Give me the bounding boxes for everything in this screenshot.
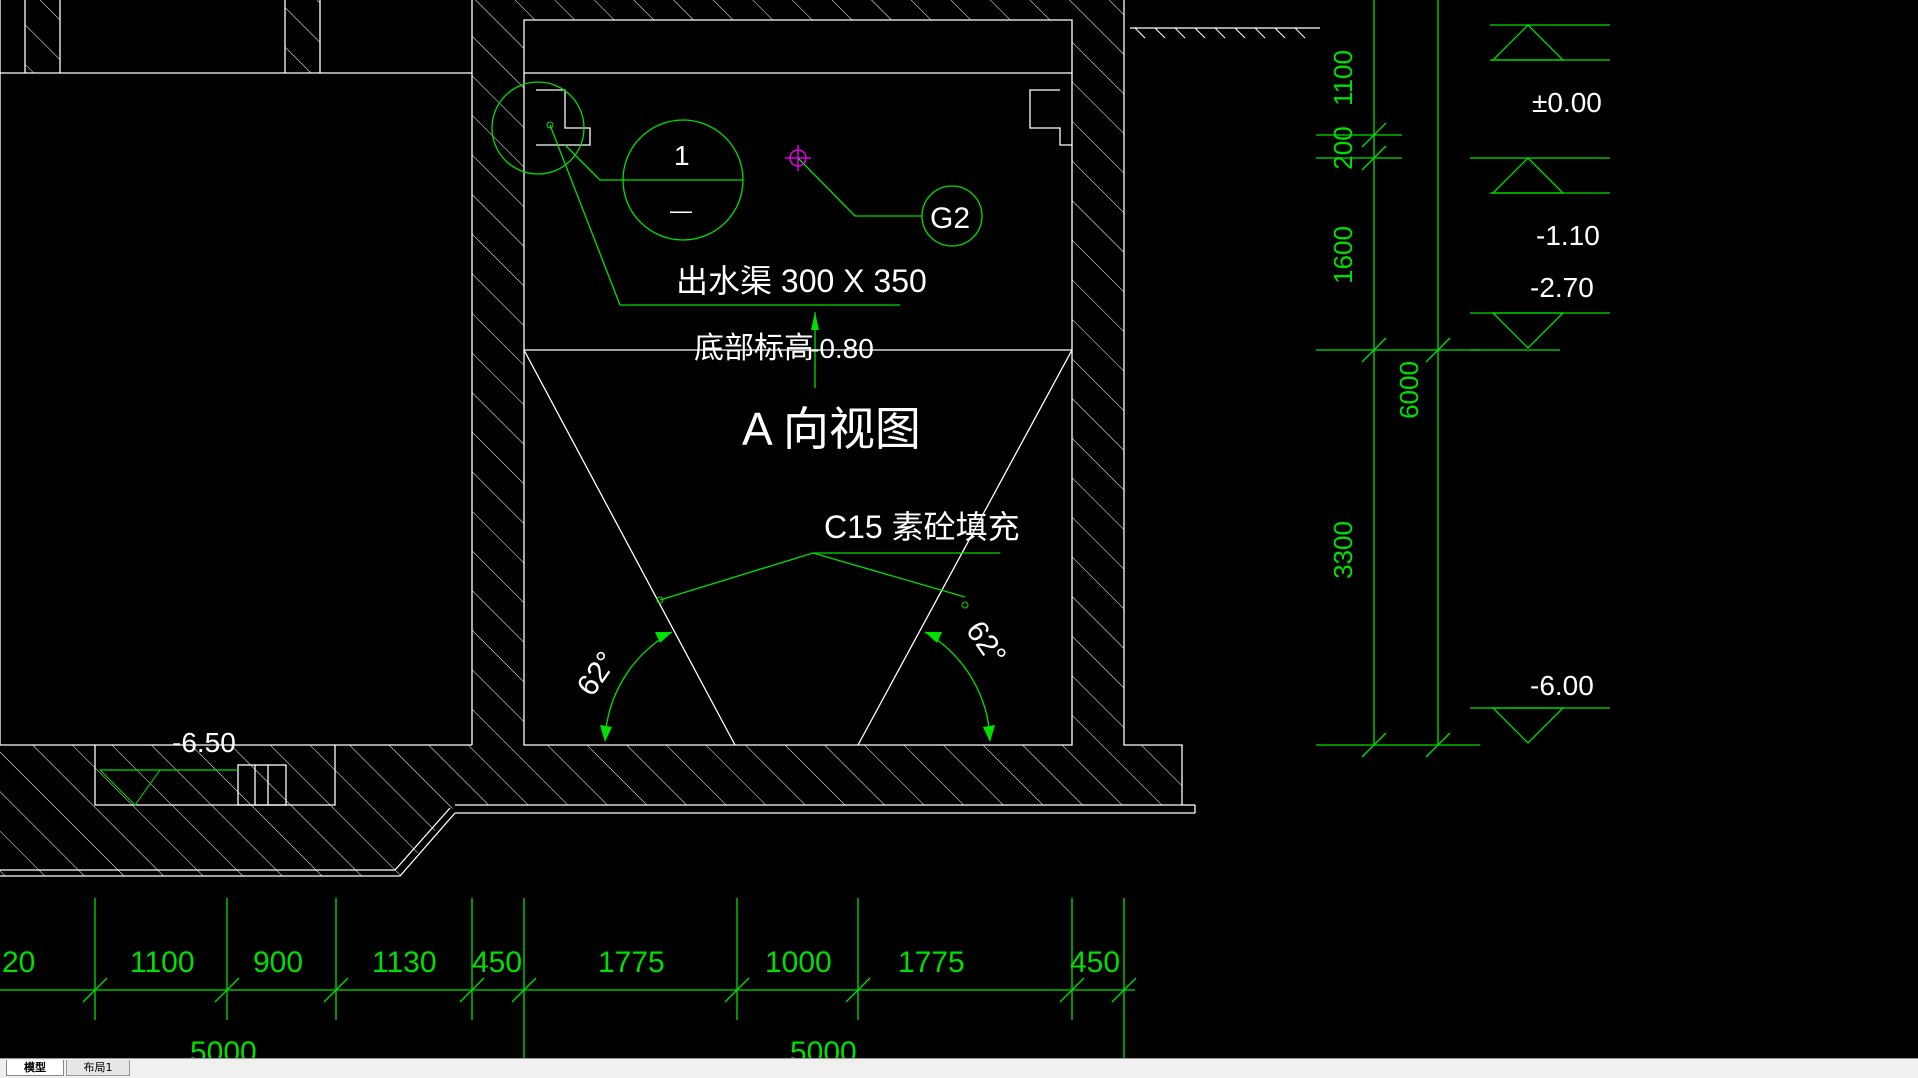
dim-1100-b: 1100 (130, 946, 195, 979)
dim-1600: 1600 (1328, 226, 1358, 284)
fill-label: C15 素砼填充 (824, 509, 1020, 545)
vertical-dimension-texts: 1100 200 1600 3300 6000 (1328, 50, 1424, 579)
section-texts: 出水渠 300 X 350 底部标高 -0.80 A 向视图 C15 素砼填充 … (172, 140, 1020, 758)
model-space-canvas[interactable]: 1100 200 1600 3300 6000 ±0.00 -1.10 -2.7… (0, 0, 1918, 1058)
total-dim-left: 5000 (190, 1036, 257, 1058)
grid-bubble-label: G2 (930, 202, 970, 235)
total-dim-right: 5000 (790, 1036, 857, 1058)
view-title: A 向视图 (742, 403, 921, 455)
layout-tab-bar: 模型 布局1 (0, 1058, 1918, 1078)
ground-hatch (1134, 27, 1306, 39)
dim-900: 900 (253, 946, 303, 979)
left-tank-elevation: -6.50 (172, 727, 236, 758)
elevation-texts: ±0.00 -1.10 -2.70 -6.00 (1530, 87, 1602, 701)
cad-drawing: 1100 200 1600 3300 6000 ±0.00 -1.10 -2.7… (0, 0, 1610, 1058)
angle-right: 62° (959, 615, 1012, 671)
tab-model[interactable]: 模型 (6, 1060, 64, 1076)
dim-1130: 1130 (372, 946, 437, 979)
elev-2-70: -2.70 (1530, 272, 1594, 303)
detail-bubble-bottom: — (670, 198, 692, 223)
dim-1775-a: 1775 (598, 946, 665, 979)
elev-1-10: -1.10 (1536, 220, 1600, 251)
elev-0: ±0.00 (1532, 87, 1602, 118)
dim-1100: 1100 (1328, 50, 1358, 106)
tab-layout1[interactable]: 布局1 (66, 1060, 130, 1076)
outlet-channel-label: 出水渠 300 X 350 (676, 263, 927, 299)
dim-200: 200 (1328, 126, 1358, 169)
dim-450-b: 450 (1070, 946, 1120, 979)
bottom-elevation-value: -0.80 (810, 333, 874, 364)
dim-450-a: 450 (472, 946, 522, 979)
dim-1775-b: 1775 (898, 946, 965, 979)
bottom-dimension-texts: 20 1100 900 1130 450 1775 1000 1775 450 … (2, 946, 1120, 1058)
dim-20: 20 (2, 946, 35, 979)
bottom-elevation-label: 底部标高 (694, 332, 814, 365)
dim-6000: 6000 (1394, 361, 1424, 419)
elev-6-00: -6.00 (1530, 670, 1594, 701)
dim-1000: 1000 (765, 946, 832, 979)
dim-3300: 3300 (1328, 521, 1358, 579)
detail-bubble-top: 1 (674, 140, 690, 171)
